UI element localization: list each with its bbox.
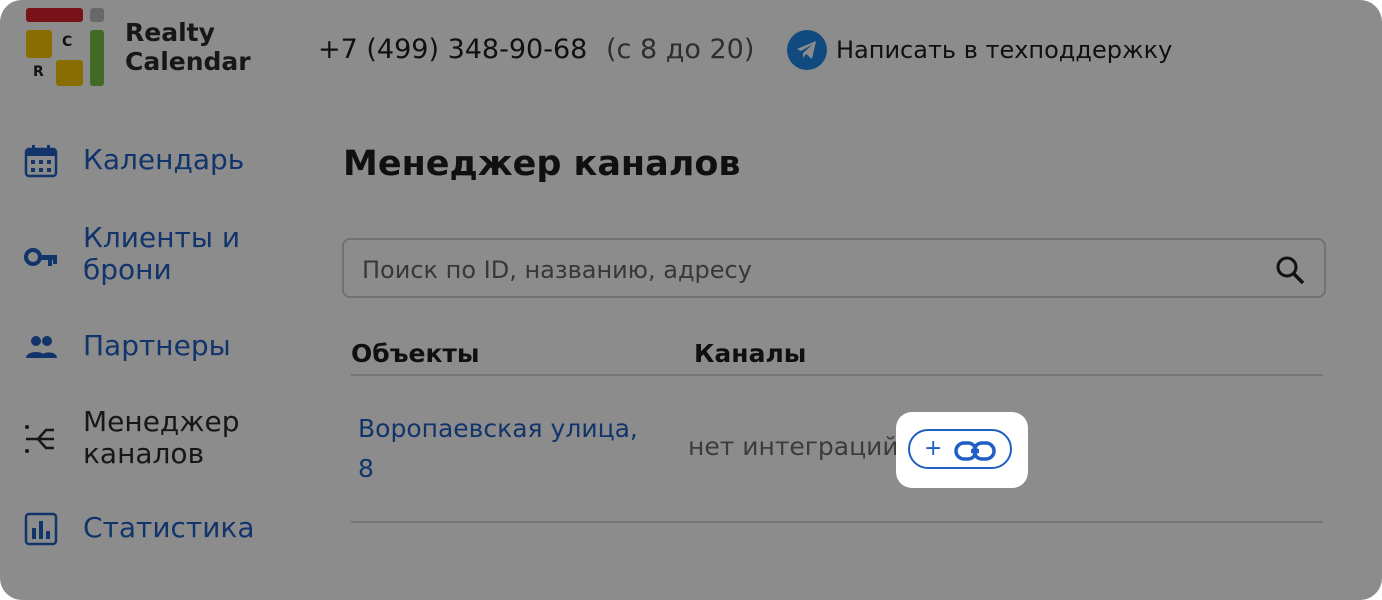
logo-gray-block (90, 8, 104, 22)
logo-yellow-block-2 (56, 60, 83, 86)
calendar-icon (24, 145, 58, 178)
support-hours: (с 8 до 20) (606, 34, 755, 65)
phone-number[interactable]: +7 (499) 348-90-68 (318, 34, 587, 65)
people-icon (26, 336, 57, 358)
app-frame: C R Realty Calendar +7 (499) 348-90-68 (… (0, 0, 1382, 600)
search-icon[interactable] (1274, 254, 1306, 286)
brand-line-1: Realty (125, 18, 215, 47)
logo-letter-c: C (62, 34, 73, 50)
bar-chart-icon (24, 512, 58, 546)
logo-yellow-block (26, 30, 52, 58)
sidebar-item-clients[interactable]: Клиенты и брони (0, 222, 293, 288)
logo-green-block (90, 30, 104, 86)
object-link[interactable]: Воропаевская улица, 8 (358, 409, 658, 489)
object-name-line-2: 8 (358, 454, 374, 483)
sidebar-item-label: Партнеры (83, 329, 231, 362)
logo-letter-r: R (33, 64, 44, 80)
column-header-channels: Каналы (694, 339, 807, 368)
sidebar-item-channel-manager[interactable]: Менеджер каналов (0, 406, 293, 472)
search-box[interactable] (342, 238, 1326, 298)
sidebar-item-partners[interactable]: Партнеры (0, 328, 293, 368)
sidebar-item-label-2: брони (83, 253, 172, 286)
table-row-divider (351, 521, 1323, 523)
search-input[interactable] (360, 252, 1264, 288)
support-link[interactable]: Написать в техподдержку (836, 36, 1172, 64)
header: C R Realty Calendar +7 (499) 348-90-68 (… (0, 0, 1382, 104)
logo[interactable]: C R (26, 8, 106, 88)
key-icon (24, 248, 57, 266)
column-header-objects: Объекты (351, 339, 480, 368)
channels-status: нет интеграций (688, 432, 899, 461)
channels-icon (25, 425, 54, 453)
brand-name[interactable]: Realty Calendar (125, 18, 251, 76)
main-content: Менеджер каналов Объекты Каналы Воропаев… (293, 104, 1382, 600)
brand-line-2: Calendar (125, 47, 251, 76)
sidebar-item-label: Менеджер (83, 405, 240, 438)
sidebar-item-label: Клиенты и (83, 221, 241, 254)
highlight-spot: + (896, 412, 1028, 488)
plus-icon: + (924, 436, 943, 461)
table-header-divider (351, 374, 1323, 376)
sidebar: Календарь Клиенты и брони Партнеры Менед… (0, 104, 293, 600)
sidebar-item-label: Календарь (83, 143, 245, 176)
logo-red-block (26, 8, 83, 22)
telegram-icon[interactable] (787, 30, 827, 70)
sidebar-item-statistics[interactable]: Статистика (0, 510, 293, 550)
sidebar-item-label: Статистика (83, 511, 255, 544)
link-icon (954, 441, 996, 461)
sidebar-item-calendar[interactable]: Календарь (0, 142, 293, 182)
page-title: Менеджер каналов (343, 144, 741, 184)
add-integration-button[interactable]: + (908, 429, 1012, 469)
object-name-line-1: Воропаевская улица, (358, 414, 638, 443)
sidebar-item-label-2: каналов (83, 437, 205, 470)
